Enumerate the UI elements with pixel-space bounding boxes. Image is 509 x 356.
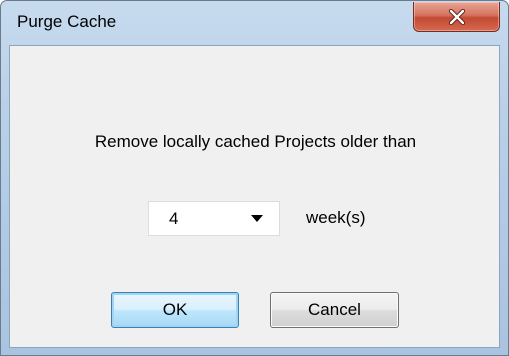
window-title: Purge Cache — [17, 12, 117, 31]
unit-label: week(s) — [306, 208, 366, 227]
dialog-body: Remove locally cached Projects older tha… — [9, 45, 500, 348]
ok-button[interactable]: OK — [111, 292, 239, 328]
purge-message: Remove locally cached Projects older tha… — [94, 132, 417, 151]
cancel-button[interactable]: Cancel — [270, 292, 399, 328]
age-dropdown[interactable]: 4 — [148, 201, 280, 236]
close-icon — [448, 8, 465, 25]
close-button[interactable] — [413, 2, 500, 32]
age-dropdown-value: 4 — [169, 209, 179, 228]
purge-cache-dialog: Purge Cache Remove locally cached Projec… — [0, 0, 509, 356]
chevron-down-icon — [251, 215, 263, 222]
title-bar[interactable]: Purge Cache — [1, 1, 508, 45]
